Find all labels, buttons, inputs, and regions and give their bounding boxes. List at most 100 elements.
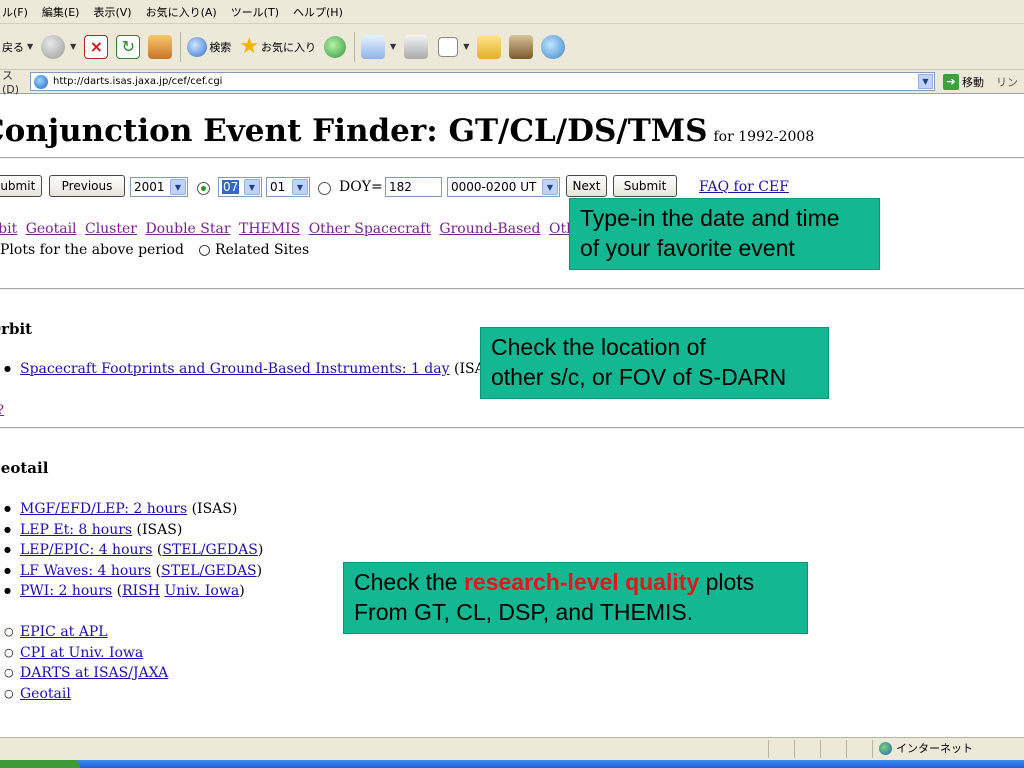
start-button[interactable] xyxy=(0,760,80,768)
submit-button-right[interactable]: Submit xyxy=(613,175,677,197)
orbit-heading: Orbit xyxy=(0,320,33,338)
status-bar: インターネット xyxy=(0,737,1024,760)
status-cell xyxy=(820,740,846,758)
nav-link-geotail[interactable]: Geotail xyxy=(26,221,77,237)
address-label: ス(D) xyxy=(2,69,20,96)
messenger-icon[interactable] xyxy=(541,34,566,59)
forward-button[interactable]: ▼ xyxy=(41,34,76,59)
back-label: 戻る xyxy=(2,40,24,54)
history-icon[interactable] xyxy=(324,35,347,58)
list-item: LEP Et: 8 hours (ISAS) xyxy=(4,520,263,541)
doy-input[interactable]: 182 xyxy=(385,177,442,197)
print-icon[interactable] xyxy=(404,34,429,59)
faq-link[interactable]: FAQ for CEF xyxy=(699,179,789,195)
home-icon[interactable] xyxy=(148,34,173,59)
year-select[interactable]: 2001 ▼ xyxy=(130,177,188,197)
pwi-link[interactable]: PWI: 2 hours xyxy=(20,583,112,599)
rish-link[interactable]: RISH xyxy=(122,583,160,599)
nav-link-cluster[interactable]: Cluster xyxy=(85,221,137,237)
stel-gedas-link[interactable]: STEL/GEDAS xyxy=(162,542,258,558)
nav-link-other-spacecraft[interactable]: Other Spacecraft xyxy=(309,221,431,237)
callout-text: Check the xyxy=(354,569,464,595)
mgf-efd-lep-link[interactable]: MGF/EFD/LEP: 2 hours xyxy=(20,501,187,517)
epic-apl-link[interactable]: EPIC at APL xyxy=(20,624,108,640)
links-label[interactable]: リン xyxy=(996,74,1018,90)
submit-button-left[interactable]: Submit xyxy=(0,175,42,197)
toolbar-divider xyxy=(180,31,182,62)
chevron-down-icon[interactable]: ▼ xyxy=(918,74,933,89)
cpi-iowa-link[interactable]: CPI at Univ. Iowa xyxy=(20,645,143,661)
lf-waves-link[interactable]: LF Waves: 4 hours xyxy=(20,563,151,579)
chevron-down-icon[interactable]: ▼ xyxy=(390,42,396,51)
univ-iowa-link[interactable]: Univ. Iowa xyxy=(164,583,239,599)
callout-quality: Check the research-level quality plots F… xyxy=(343,562,808,634)
chevron-down-icon[interactable]: ▼ xyxy=(70,42,76,51)
toolbar-divider xyxy=(354,31,356,62)
search-button[interactable]: 検索 xyxy=(187,36,232,57)
list-item-suffix: ) xyxy=(239,583,245,599)
menu-help[interactable]: ヘルプ(H) xyxy=(293,4,343,20)
go-button[interactable]: ➔ 移動 xyxy=(943,73,984,90)
nav-link-themis[interactable]: THEMIS xyxy=(239,221,300,237)
month-value: 07 xyxy=(222,180,240,194)
zone-cell: インターネット xyxy=(872,740,1024,758)
go-arrow-icon: ➔ xyxy=(943,73,959,90)
back-to-top-link[interactable]: ? xyxy=(0,403,4,418)
menu-edit[interactable]: 編集(E) xyxy=(42,4,80,20)
favorites-label: お気に入り xyxy=(261,40,317,54)
folder-icon[interactable] xyxy=(477,34,502,59)
day-value: 01 xyxy=(270,180,286,194)
list-item-suffix: ) xyxy=(256,562,263,579)
menu-view[interactable]: 表示(V) xyxy=(93,4,131,20)
callout-line: Check the location of xyxy=(491,334,706,360)
url-input[interactable]: http://darts.isas.jaxa.jp/cef/cef.cgi ▼ xyxy=(30,72,935,91)
previous-button[interactable]: Previous xyxy=(49,175,125,197)
callout-datetime: Type-in the date and time of your favori… xyxy=(569,198,880,270)
stel-gedas-link[interactable]: STEL/GEDAS xyxy=(161,563,257,579)
menu-favorites[interactable]: お気に入り(A) xyxy=(146,4,217,20)
chevron-down-icon[interactable]: ▼ xyxy=(27,42,33,51)
chevron-down-icon: ▼ xyxy=(244,179,260,195)
divider xyxy=(0,288,1024,290)
lep-et-link[interactable]: LEP Et: 8 hours xyxy=(20,522,132,538)
lep-epic-link[interactable]: LEP/EPIC: 4 hours xyxy=(20,542,152,558)
day-select[interactable]: 01 ▼ xyxy=(266,177,310,197)
footprints-link[interactable]: Spacecraft Footprints and Ground-Based I… xyxy=(20,361,450,377)
divider xyxy=(0,157,1024,159)
address-bar: ス(D) http://darts.isas.jaxa.jp/cef/cef.c… xyxy=(0,69,1024,96)
date-radio[interactable] xyxy=(197,182,210,195)
favorites-button[interactable]: ★ お気に入り xyxy=(239,34,316,59)
plots-radio-label[interactable]: Plots for the above period xyxy=(0,242,184,258)
month-select[interactable]: 07 ▼ xyxy=(218,177,262,197)
list-item: CPI at Univ. Iowa xyxy=(4,643,168,664)
darts-link[interactable]: DARTS at ISAS/JAXA xyxy=(20,665,168,681)
back-button[interactable]: 戻る ▼ xyxy=(2,39,33,55)
research-icon[interactable] xyxy=(509,34,534,59)
nav-link-orbit[interactable]: Orbit xyxy=(0,221,17,237)
refresh-icon[interactable]: ↻ xyxy=(116,34,141,59)
geotail-site-link[interactable]: Geotail xyxy=(20,686,71,702)
list-item: Spacecraft Footprints and Ground-Based I… xyxy=(4,359,500,380)
search-label: 検索 xyxy=(209,40,232,54)
list-item-suffix: ( xyxy=(152,542,163,558)
callout-line: Check the research-level quality plots xyxy=(354,567,797,597)
list-item: EPIC at APL xyxy=(4,622,168,643)
related-radio-icon[interactable]: ○ xyxy=(198,242,210,258)
menu-tools[interactable]: ツール(T) xyxy=(231,4,279,20)
mail-button[interactable]: ▼ xyxy=(361,34,396,59)
status-cell xyxy=(794,740,820,758)
next-button[interactable]: Next xyxy=(566,175,607,197)
time-range-select[interactable]: 0000-0200 UT ▼ xyxy=(447,177,560,197)
nav-link-double-star[interactable]: Double Star xyxy=(145,221,230,237)
related-radio-label[interactable]: Related Sites xyxy=(215,242,309,258)
callout-location: Check the location of other s/c, or FOV … xyxy=(480,327,829,399)
stop-icon[interactable]: × xyxy=(84,34,109,59)
doy-radio[interactable] xyxy=(318,182,331,195)
menu-file[interactable]: ル(F) xyxy=(2,4,28,20)
chevron-down-icon[interactable]: ▼ xyxy=(463,42,469,51)
nav-link-ground-based[interactable]: Ground-Based xyxy=(439,221,540,237)
list-item-suffix: (ISAS) xyxy=(187,501,238,517)
callout-text: plots xyxy=(699,569,755,595)
edit-icon[interactable] xyxy=(438,36,459,57)
page-title: Conjunction Event Finder: GT/CL/DS/TMS fo… xyxy=(0,113,814,149)
